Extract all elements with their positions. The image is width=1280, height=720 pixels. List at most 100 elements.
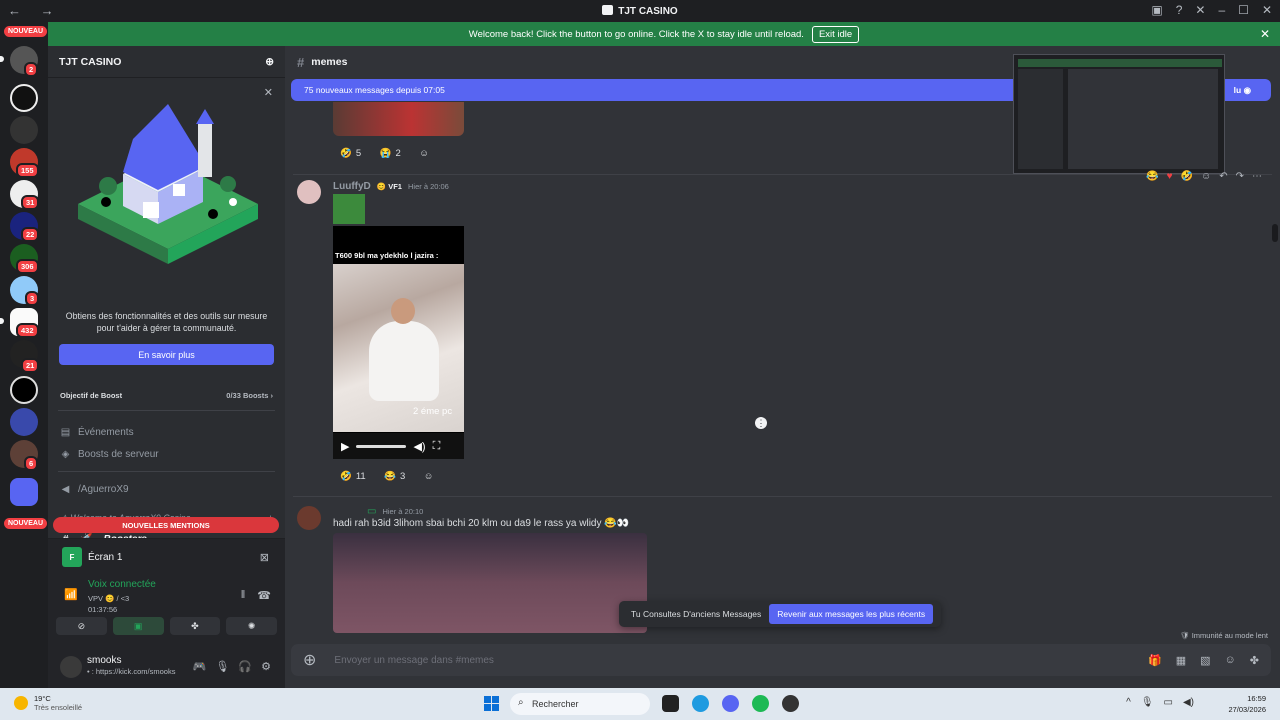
soundboard-button[interactable]: ✺ (226, 617, 277, 635)
settings-gear-icon[interactable]: ⚙ (261, 660, 271, 673)
new-mentions-pill[interactable]: NOUVELLES MENTIONS (53, 517, 279, 533)
search-label: Rechercher (532, 699, 579, 709)
sticker-icon[interactable]: ▧ (1200, 654, 1210, 667)
video-player[interactable]: T600 9bl ma ydekhlo l jazira : 2 éme pc … (333, 226, 464, 459)
play-icon[interactable]: ▶ (341, 440, 349, 453)
edge-icon[interactable] (692, 695, 709, 712)
server-header[interactable]: TJT CASINO ⊕ (48, 46, 285, 78)
sticker-image[interactable] (333, 194, 365, 224)
fullscreen-icon[interactable]: ⛶ (433, 440, 441, 453)
close-stream-icon[interactable]: ⊠ (260, 551, 269, 564)
file-explorer-icon[interactable] (662, 695, 679, 712)
message-image[interactable] (333, 102, 464, 136)
reaction[interactable]: 🤣 5 (335, 145, 366, 163)
voice-channel[interactable]: VPV 😊 / <3 (88, 594, 129, 603)
progress-bar[interactable] (356, 444, 407, 448)
add-reaction-icon[interactable]: ☺ (1201, 171, 1211, 182)
nouveau-pill-top[interactable]: NOUVEAU (4, 26, 48, 37)
network-icon[interactable]: ▭ (1164, 697, 1173, 708)
clock-time: 16:59 (1247, 694, 1266, 703)
camera-off-button[interactable]: ⊘ (56, 617, 107, 635)
avatar[interactable] (297, 180, 321, 204)
message-image[interactable] (333, 533, 647, 633)
inbox-icon[interactable]: ▣ (1151, 3, 1162, 17)
jump-to-present-button[interactable]: Revenir aux messages les plus récents (769, 604, 934, 624)
windows-start-icon[interactable] (484, 696, 499, 711)
learn-more-button[interactable]: En savoir plus (59, 344, 274, 365)
message-input[interactable]: Envoyer un message dans #memes (334, 655, 494, 666)
server-icon[interactable] (10, 408, 38, 436)
forward-icon[interactable]: ↷ (1236, 171, 1244, 182)
attach-plus-icon[interactable]: ⊕ (303, 650, 316, 670)
volume-tray-icon[interactable]: ◀) (1183, 697, 1194, 708)
windows-taskbar: 19°C Très ensoleillé ⌕ Rechercher ^ 🎙 ▭ ◀)… (0, 688, 1280, 720)
close-banner-icon[interactable]: ✕ (1260, 27, 1270, 41)
microphone-tray-icon[interactable]: 🎙 (1141, 697, 1154, 708)
reaction[interactable]: 😂 3 (379, 468, 410, 486)
mark-read-label[interactable]: lu ◉ (1234, 85, 1251, 96)
avatar[interactable] (60, 656, 82, 678)
app-icon[interactable] (782, 695, 799, 712)
exit-idle-button[interactable]: Exit idle (811, 25, 860, 43)
calendar-icon: ▤ (60, 426, 71, 438)
channel-aguerro[interactable]: ◀ /AguerroX9 (48, 478, 285, 500)
message-author[interactable]: LuuffyD (333, 181, 371, 192)
heart-icon[interactable]: ♥ (1167, 171, 1173, 182)
help-icon[interactable]: ? (1176, 3, 1183, 17)
apps-icon[interactable]: ✤ (1250, 654, 1259, 667)
activities-button[interactable]: ✤ (169, 617, 221, 635)
gif-icon[interactable]: ▦ (1176, 654, 1186, 667)
boost-goal-count: 0/33 Boosts (226, 391, 269, 400)
reply-icon[interactable]: ↶ (1219, 171, 1227, 182)
disconnect-icon[interactable]: ☎ (257, 589, 271, 602)
microphone-icon[interactable]: 🎙 (215, 660, 229, 673)
avatar[interactable] (297, 506, 321, 530)
chevron-up-icon[interactable]: ^ (1126, 697, 1131, 708)
reaction[interactable]: 😭 2 (375, 145, 406, 163)
sidebar-item-boosts[interactable]: ◈ Boosts de serveur (48, 443, 285, 465)
preview-chat (1068, 69, 1218, 169)
stream-preview[interactable] (1013, 54, 1225, 174)
reaction-icon[interactable]: 🤣 (1181, 171, 1193, 182)
headphones-icon[interactable]: 🎧 (238, 660, 252, 673)
more-icon[interactable]: ⋮ (755, 417, 767, 429)
more-options-icon[interactable]: ⋯ (1252, 171, 1262, 182)
taskbar-clock[interactable]: 16:59 27/03/2026 (1228, 693, 1266, 715)
reaction-icon[interactable]: 😂 (1146, 171, 1158, 182)
spotify-icon[interactable] (752, 695, 769, 712)
window-title: TJT CASINO (0, 5, 1280, 17)
add-member-icon[interactable]: ⊕ (265, 56, 274, 68)
noise-icon[interactable]: ‖ (241, 589, 246, 602)
taskbar-search[interactable]: ⌕ Rechercher (510, 693, 650, 715)
folder-icon[interactable] (10, 478, 38, 506)
emoji-icon[interactable]: ☺ (1225, 654, 1236, 667)
add-reaction-icon[interactable]: ☺ (419, 468, 439, 486)
video-subtitle: 2 éme pc (413, 406, 453, 417)
clock-date: 27/03/2026 (1228, 705, 1266, 714)
minimize-button[interactable]: – (1218, 3, 1225, 17)
server-icon[interactable] (10, 376, 38, 404)
screen-share-button[interactable]: ▣ (112, 617, 164, 635)
add-reaction-icon[interactable]: ☺ (414, 145, 434, 163)
nouveau-pill-bottom[interactable]: NOUVEAU (4, 518, 48, 529)
scrollbar[interactable] (1272, 224, 1278, 242)
volume-icon[interactable]: ◀) (413, 440, 425, 453)
gamepad-icon[interactable]: 🎮 (193, 660, 207, 673)
gift-icon[interactable]: 🎁 (1148, 654, 1162, 667)
reaction[interactable]: 🤣 11 (335, 468, 371, 486)
close-window-button[interactable]: ✕ (1262, 3, 1272, 17)
promo-text: Obtiens des fonctionnalités et des outil… (65, 311, 268, 333)
reaction-count: 11 (355, 471, 366, 482)
composer-tools: 🎁 ▦ ▧ ☺ ✤ (1148, 654, 1259, 667)
maximize-button[interactable]: ☐ (1238, 3, 1249, 17)
message-hover-toolbar: 😂 ♥ 🤣 ☺ ↶ ↷ ⋯ (1146, 171, 1262, 182)
message-timestamp: Hier à 20:10 (382, 507, 424, 516)
discord-icon[interactable] (722, 695, 739, 712)
server-icon[interactable] (10, 84, 38, 112)
server-icon[interactable] (10, 116, 38, 144)
tools-icon[interactable]: ✕ (1195, 3, 1205, 17)
boost-goal[interactable]: Objectif de Boost 0/33 Boosts › (58, 386, 275, 411)
sidebar-item-events[interactable]: ▤ Événements (48, 421, 285, 443)
window-controls: ▣ ? ✕ – ☐ ✕ (1151, 3, 1272, 17)
weather-widget[interactable]: 19°C Très ensoleillé (14, 694, 82, 712)
